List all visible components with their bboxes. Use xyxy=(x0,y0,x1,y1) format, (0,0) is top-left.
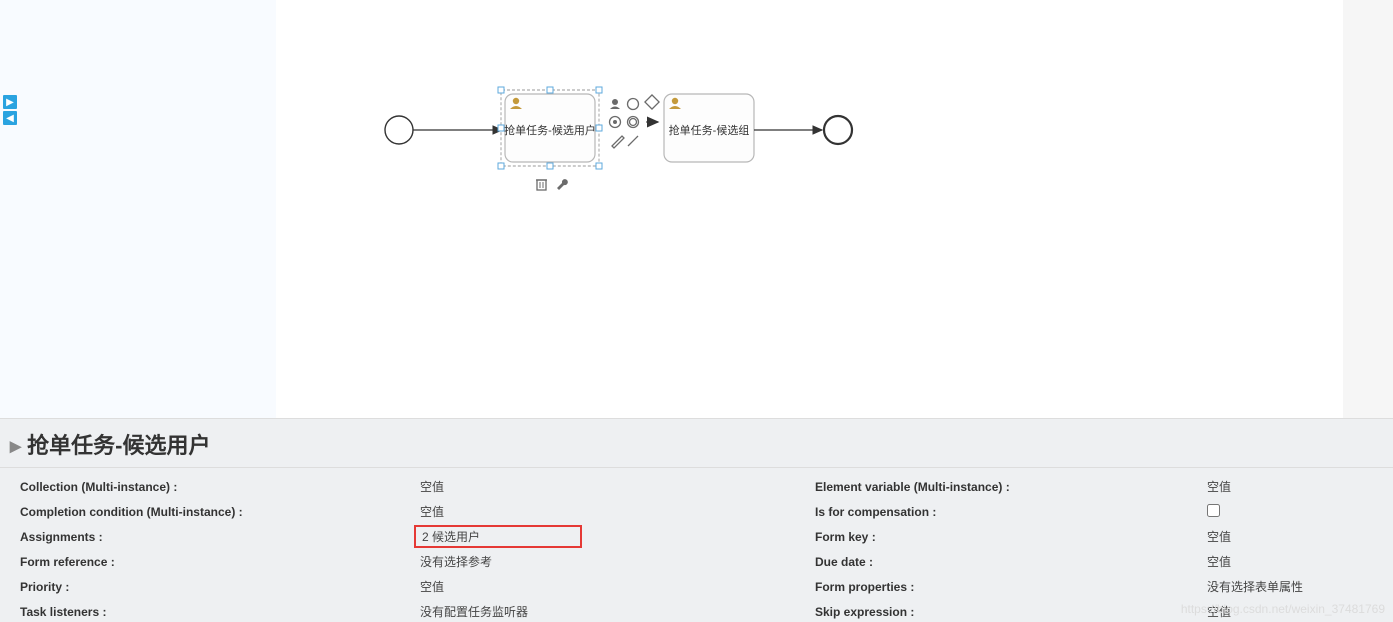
property-row[interactable]: Is for compensation : xyxy=(815,499,1393,524)
property-row[interactable]: Due date :空值 xyxy=(815,549,1393,574)
property-row[interactable]: Form reference :没有选择参考 xyxy=(0,549,815,574)
property-row[interactable]: Assignments :2 候选用户 xyxy=(0,524,815,549)
watermark: https://blog.csdn.net/weixin_37481769 xyxy=(1181,602,1385,616)
property-label: Collection (Multi-instance) : xyxy=(0,480,414,494)
property-value[interactable]: 空值 xyxy=(414,503,815,520)
property-label: Assignments : xyxy=(0,530,414,544)
property-label: Task listeners : xyxy=(0,605,414,619)
canvas-main[interactable]: 抢单任务-候选用户 xyxy=(276,0,1342,418)
property-row[interactable]: Form properties :没有选择表单属性 xyxy=(815,574,1393,599)
palette-collapse-icon[interactable]: ◀ xyxy=(3,111,17,125)
app-root: 抢单任务-候选用户 xyxy=(0,0,1393,622)
property-value[interactable]: 空值 xyxy=(1201,553,1393,570)
property-value[interactable]: 空值 xyxy=(414,578,815,595)
palette-toggle: ▶ ◀ xyxy=(3,95,17,127)
panel-title-text: 抢单任务-候选用户 xyxy=(27,433,210,458)
context-palette xyxy=(610,95,660,148)
property-row[interactable]: Collection (Multi-instance) :空值 xyxy=(0,474,815,499)
annotation-icon[interactable] xyxy=(612,136,624,148)
property-value[interactable]: 空值 xyxy=(1201,478,1393,495)
bpmn-diagram[interactable]: 抢单任务-候选用户 xyxy=(276,0,1342,418)
property-row[interactable]: Element variable (Multi-instance) :空值 xyxy=(815,474,1393,499)
property-value[interactable]: 没有选择参考 xyxy=(414,553,815,570)
canvas-right-gutter xyxy=(1343,0,1393,418)
property-row[interactable]: Priority :空值 xyxy=(0,574,815,599)
properties-body: Collection (Multi-instance) :空值Completio… xyxy=(0,468,1393,622)
property-label: Completion condition (Multi-instance) : xyxy=(0,505,414,519)
user-task-1-label: 抢单任务-候选用户 xyxy=(504,123,596,137)
property-value-highlighted[interactable]: 2 候选用户 xyxy=(414,525,582,548)
wrench-icon[interactable] xyxy=(557,179,568,190)
properties-col-left: Collection (Multi-instance) :空值Completio… xyxy=(0,474,815,622)
property-label: Due date : xyxy=(815,555,1201,569)
association-icon[interactable] xyxy=(628,136,638,146)
property-value[interactable]: 空值 xyxy=(1201,528,1393,545)
gateway-icon[interactable] xyxy=(645,95,659,109)
property-label: Element variable (Multi-instance) : xyxy=(815,480,1201,494)
canvas-left-gutter xyxy=(0,0,276,418)
canvas-area: 抢单任务-候选用户 xyxy=(0,0,1393,418)
properties-panel: ▸ 抢单任务-候选用户 Collection (Multi-instance) … xyxy=(0,418,1393,622)
property-label: Priority : xyxy=(0,580,414,594)
end-event[interactable] xyxy=(824,116,852,144)
property-label: Is for compensation : xyxy=(815,505,1201,519)
palette-expand-icon[interactable]: ▶ xyxy=(3,95,17,109)
property-value[interactable]: 空值 xyxy=(414,478,815,495)
user-icon[interactable] xyxy=(610,99,620,109)
properties-col-right: Element variable (Multi-instance) :空值Is … xyxy=(815,474,1393,622)
property-label: Form key : xyxy=(815,530,1201,544)
start-event[interactable] xyxy=(385,116,413,144)
property-label: Skip expression : xyxy=(815,605,1201,619)
property-value[interactable]: 没有配置任务监听器 xyxy=(414,603,815,620)
property-checkbox[interactable] xyxy=(1207,504,1220,517)
property-value[interactable] xyxy=(1201,504,1393,520)
user-task-2-label: 抢单任务-候选组 xyxy=(669,123,750,137)
property-value[interactable]: 没有选择表单属性 xyxy=(1201,578,1393,595)
delete-icon[interactable] xyxy=(536,180,547,190)
property-row[interactable]: Task listeners :没有配置任务监听器 xyxy=(0,599,815,622)
property-row[interactable]: Completion condition (Multi-instance) :空… xyxy=(0,499,815,524)
property-value[interactable]: 2 候选用户 xyxy=(414,525,815,548)
event-icon[interactable] xyxy=(628,99,639,110)
property-label: Form properties : xyxy=(815,580,1201,594)
property-label: Form reference : xyxy=(0,555,414,569)
panel-title: ▸ 抢单任务-候选用户 xyxy=(0,419,1393,468)
property-row[interactable]: Form key :空值 xyxy=(815,524,1393,549)
